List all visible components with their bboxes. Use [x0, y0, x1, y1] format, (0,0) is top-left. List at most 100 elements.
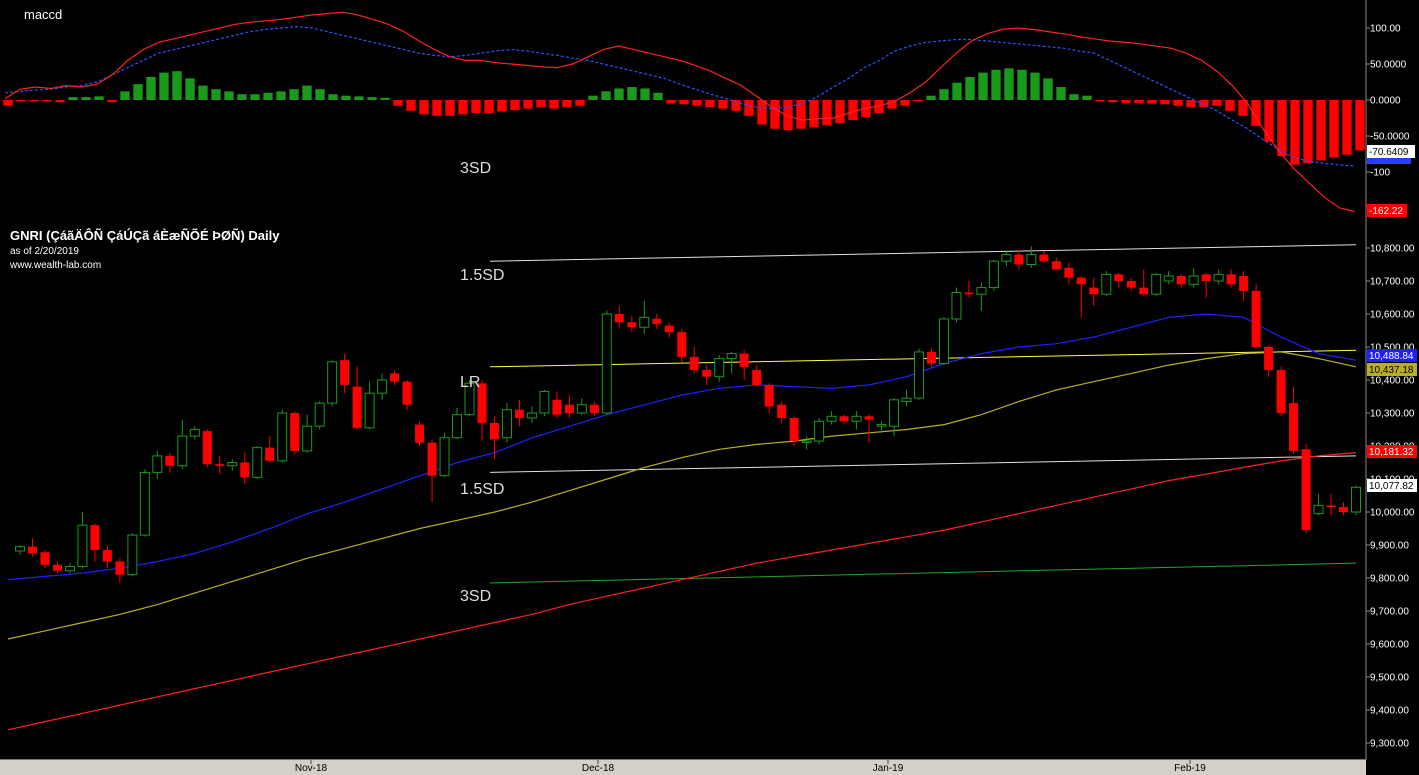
price-tick-label: 9,600.00 — [1370, 640, 1409, 651]
candle-body — [664, 325, 674, 333]
source-site: www.wealth-lab.com — [9, 260, 101, 271]
candle — [814, 417, 825, 445]
candle-body — [102, 549, 112, 562]
candle-body — [1301, 449, 1311, 531]
macd-histogram-bar — [1264, 100, 1274, 142]
macd-histogram-bar — [952, 82, 962, 100]
macd-histogram-bar — [1043, 78, 1053, 100]
candle-body — [390, 373, 400, 382]
price-tick-label: 9,900.00 — [1370, 541, 1409, 552]
candle — [1276, 366, 1286, 417]
macd-last-value: -70.6409 — [1369, 147, 1409, 158]
candle — [439, 432, 450, 478]
candle-body — [1176, 276, 1186, 285]
macd-histogram-bar — [276, 91, 286, 100]
macd-histogram-bar — [146, 76, 156, 100]
candle-body — [1151, 273, 1162, 295]
candle — [415, 421, 425, 446]
macd-histogram-bar — [965, 76, 975, 100]
svg-text:10,437.18: 10,437.18 — [1369, 365, 1414, 376]
macd-histogram-bar — [471, 100, 481, 113]
candle-body — [1201, 274, 1211, 281]
macd-histogram-bar — [81, 97, 91, 100]
macd-tick-label: -50.0000 — [1370, 132, 1410, 143]
macd-histogram-bar — [510, 100, 520, 111]
candle-body — [15, 546, 25, 552]
macd-histogram-bar — [523, 100, 533, 109]
candle-body — [77, 524, 88, 567]
candle-body — [1351, 486, 1361, 513]
candle-body — [752, 370, 762, 385]
macd-histogram-bar — [237, 94, 247, 100]
candle-body — [1101, 273, 1112, 295]
symbol-title: GNRI (ÇáãÄÔÑ ÇáÚÇã áÈæÑÕÉ ÞØÑ) Daily — [10, 228, 280, 243]
band-label-lr: LR — [460, 374, 480, 391]
macd-histogram-bar — [497, 100, 507, 112]
candle-body — [152, 455, 163, 473]
candle-body — [415, 424, 425, 443]
indicator-name: maccd — [24, 7, 62, 22]
candle-body — [1139, 287, 1149, 295]
candle-body — [1064, 267, 1074, 278]
candle-body — [801, 440, 812, 444]
candle-body — [938, 318, 949, 365]
macd-histogram-bar — [588, 95, 598, 100]
macd-histogram-bar — [705, 100, 715, 108]
macd-min-value: -162.22 — [1369, 206, 1403, 217]
candle-body — [1226, 274, 1236, 285]
time-tick-label: Feb-19 — [1174, 763, 1206, 774]
candle-body — [1276, 370, 1286, 413]
band-label-lower-3sd: 3SD — [460, 588, 491, 605]
macd-histogram-bar — [614, 88, 624, 100]
macd-histogram-bar — [744, 100, 754, 116]
candle — [277, 409, 288, 463]
macd-histogram-bar — [848, 100, 858, 121]
candle-body — [552, 399, 562, 415]
candle — [1351, 485, 1361, 516]
macd-histogram-bar — [1056, 87, 1066, 100]
svg-text:10,488.84: 10,488.84 — [1369, 351, 1414, 362]
macd-histogram-bar — [1069, 94, 1079, 100]
candle — [677, 328, 687, 362]
macd-histogram-bar — [770, 100, 780, 129]
macd-histogram-bar — [757, 100, 767, 125]
macd-histogram-bar — [1277, 100, 1287, 157]
candle — [139, 469, 150, 537]
candle-body — [1026, 254, 1037, 266]
macd-histogram-bar — [1186, 100, 1196, 108]
macd-histogram-bar — [1121, 100, 1131, 103]
candle-body — [52, 564, 62, 571]
candle-body — [627, 322, 637, 328]
macd-histogram-bar — [55, 100, 65, 103]
macd-histogram-bar — [822, 100, 832, 126]
macd-histogram-bar — [692, 100, 702, 106]
candle-body — [139, 471, 150, 536]
macd-histogram-bar — [328, 94, 338, 100]
macd-histogram-bar — [107, 100, 117, 103]
candle — [202, 429, 212, 468]
candle-body — [789, 417, 799, 442]
candle-body — [252, 447, 263, 478]
candle-body — [327, 361, 338, 404]
candle-body — [40, 552, 50, 565]
price-tick-label: 9,400.00 — [1370, 706, 1409, 717]
macd-histogram-bar — [1290, 100, 1300, 165]
macd-histogram-bar — [367, 97, 377, 100]
candle — [539, 389, 550, 417]
macd-histogram-bar — [185, 78, 195, 100]
candle-body — [601, 313, 612, 414]
candle-body — [1051, 261, 1061, 270]
candle-body — [951, 292, 962, 320]
macd-histogram-bar — [445, 100, 455, 116]
candle-body — [1264, 347, 1274, 371]
macd-last-value-badge: -70.6409 — [1367, 145, 1415, 158]
macd-histogram-bar — [835, 100, 845, 124]
macd-histogram-bar — [666, 100, 676, 104]
macd-histogram-bar — [120, 91, 130, 100]
candle-body — [165, 455, 175, 466]
candle-body — [814, 420, 825, 442]
candle-body — [1339, 507, 1349, 512]
band-label-lower-1-5sd: 1.5SD — [460, 481, 504, 498]
candle-body — [589, 404, 599, 413]
candle-body — [377, 379, 388, 394]
